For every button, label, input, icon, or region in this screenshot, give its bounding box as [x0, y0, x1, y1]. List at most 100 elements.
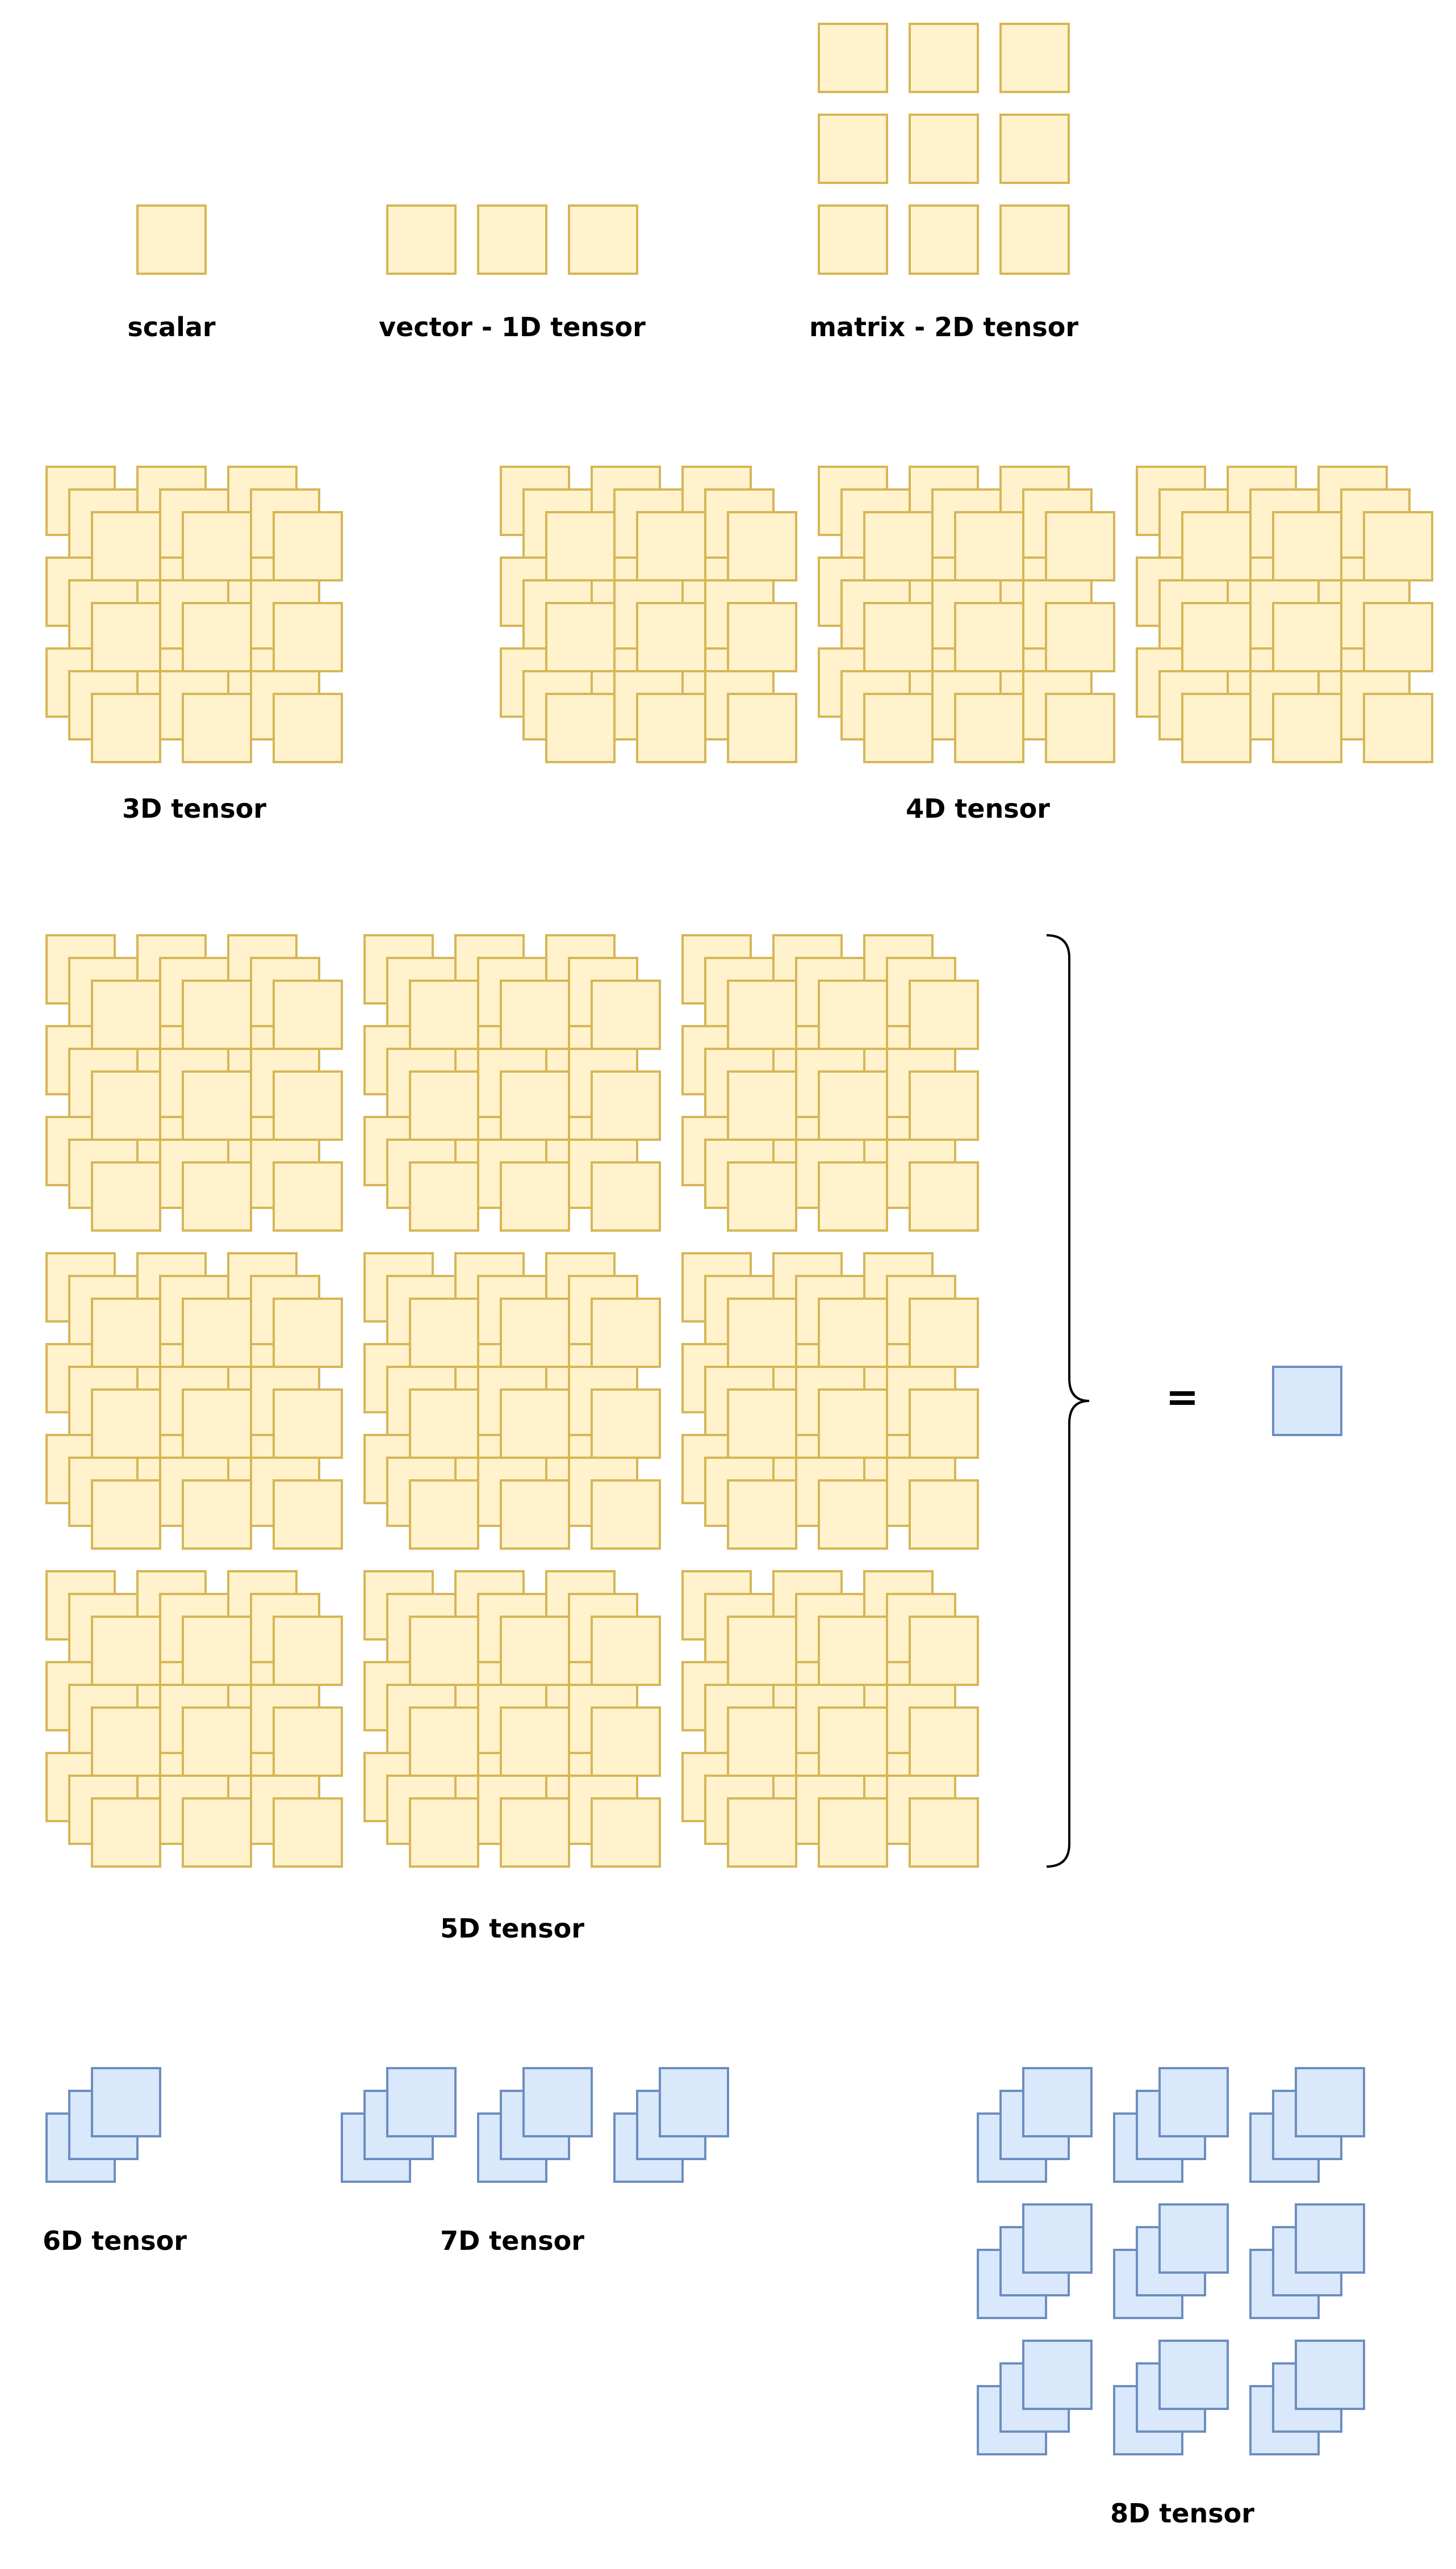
scalar-cell [136, 204, 207, 275]
tensor-cell-blue [1295, 2203, 1365, 2274]
tensor-cell [500, 1298, 570, 1368]
tensor-cell [273, 1706, 343, 1777]
tensor-cell [636, 693, 706, 763]
tensor-cell [909, 1616, 979, 1686]
tensor-cell [273, 693, 343, 763]
tensor-cell [273, 1161, 343, 1232]
tensor-cell [182, 1797, 252, 1868]
tensor-cell [91, 511, 161, 581]
matrix-cell [999, 204, 1070, 275]
tensor-cell [409, 1070, 479, 1141]
tensor-cell-blue [1158, 2067, 1229, 2137]
tensor-dimensions-diagram: scalar vector - 1D tensor matrix - 2D te… [43, 23, 1433, 2529]
tensor-cell [909, 1161, 979, 1232]
tensor-cell [182, 511, 252, 581]
tensor-cell [273, 1616, 343, 1686]
tensor-cell [1363, 511, 1433, 581]
label-7d-tensor: 7D tensor [440, 2225, 584, 2256]
tensor-cell [182, 1479, 252, 1550]
vector-cell [568, 204, 638, 275]
tensor-cell [818, 1797, 888, 1868]
tensor-cell [91, 602, 161, 672]
tensor-cell [727, 1070, 797, 1141]
tensor-cell [1181, 602, 1252, 672]
tensor-cell [500, 1706, 570, 1777]
tensor-cell-blue [1295, 2340, 1365, 2410]
tensor-cell [409, 1388, 479, 1459]
tensor-cell [591, 1706, 661, 1777]
tensor-cell [91, 1298, 161, 1368]
tensor-cell [182, 1298, 252, 1368]
tensor-cell [818, 1616, 888, 1686]
tensor-cell-blue [1158, 2203, 1229, 2274]
matrix-cell [909, 114, 979, 184]
tensor-cell [182, 1616, 252, 1686]
tensor-cell [1272, 693, 1342, 763]
label-8d-tensor: 8D tensor [1110, 2498, 1254, 2529]
tensor-cell [1272, 602, 1342, 672]
tensor-cell [591, 980, 661, 1050]
label-matrix: matrix - 2D tensor [809, 312, 1078, 342]
tensor-cell-blue [1022, 2340, 1093, 2410]
tensor-cell [727, 1706, 797, 1777]
label-3d-tensor: 3D tensor [122, 793, 266, 824]
tensor-cell [409, 1298, 479, 1368]
tensor-cell [863, 693, 934, 763]
tensor-cell [1181, 511, 1252, 581]
label-5d-tensor: 5D tensor [440, 1913, 584, 1944]
tensor-cell-blue [1158, 2340, 1229, 2410]
tensor-cell [409, 1706, 479, 1777]
tensor-cell [91, 1616, 161, 1686]
tensor-cell [500, 1070, 570, 1141]
tensor-cells [45, 23, 1433, 2455]
tensor-cell [818, 1161, 888, 1232]
tensor-cell [1272, 511, 1342, 581]
vector-cell [386, 204, 457, 275]
tensor-cell [818, 1479, 888, 1550]
tensor-cell [909, 1797, 979, 1868]
tensor-cell [591, 1616, 661, 1686]
tensor-cell [91, 980, 161, 1050]
tensor-cell [954, 693, 1024, 763]
matrix-cell [818, 23, 888, 93]
tensor-cell [409, 1479, 479, 1550]
tensor-cell [182, 602, 252, 672]
tensor-cell [273, 1388, 343, 1459]
vector-cell [477, 204, 547, 275]
tensor-cell [500, 1161, 570, 1232]
tensor-cell [500, 1616, 570, 1686]
tensor-cell [409, 1616, 479, 1686]
equals-sign: = [1166, 1374, 1199, 1420]
tensor-cell [1363, 693, 1433, 763]
tensor-cell [91, 1070, 161, 1141]
matrix-cell [909, 23, 979, 93]
tensor-cell [273, 1298, 343, 1368]
tensor-cell [273, 511, 343, 581]
matrix-cell [818, 114, 888, 184]
tensor-cell [409, 1797, 479, 1868]
tensor-cell [91, 1706, 161, 1777]
tensor-cell [91, 1797, 161, 1868]
tensor-cell [818, 1388, 888, 1459]
tensor-cell-blue [522, 2067, 593, 2137]
tensor-cell [1045, 602, 1115, 672]
tensor-cell-blue [91, 2067, 161, 2137]
label-4d-tensor: 4D tensor [906, 793, 1050, 824]
tensor-cell [182, 1706, 252, 1777]
tensor-cell [727, 602, 797, 672]
tensor-cell [727, 980, 797, 1050]
tensor-cell [591, 1388, 661, 1459]
tensor-cell-blue [1295, 2067, 1365, 2137]
matrix-cell [818, 204, 888, 275]
label-vector: vector - 1D tensor [379, 312, 646, 342]
tensor-cell [727, 1161, 797, 1232]
tensor-cell [1181, 693, 1252, 763]
tensor-cell [909, 1388, 979, 1459]
tensor-cell [273, 1797, 343, 1868]
tensor-cell [500, 1797, 570, 1868]
tensor-cell [182, 1161, 252, 1232]
tensor-cell [909, 1070, 979, 1141]
tensor-cell [954, 511, 1024, 581]
tensor-cell [91, 1161, 161, 1232]
tensor-cell [727, 1797, 797, 1868]
